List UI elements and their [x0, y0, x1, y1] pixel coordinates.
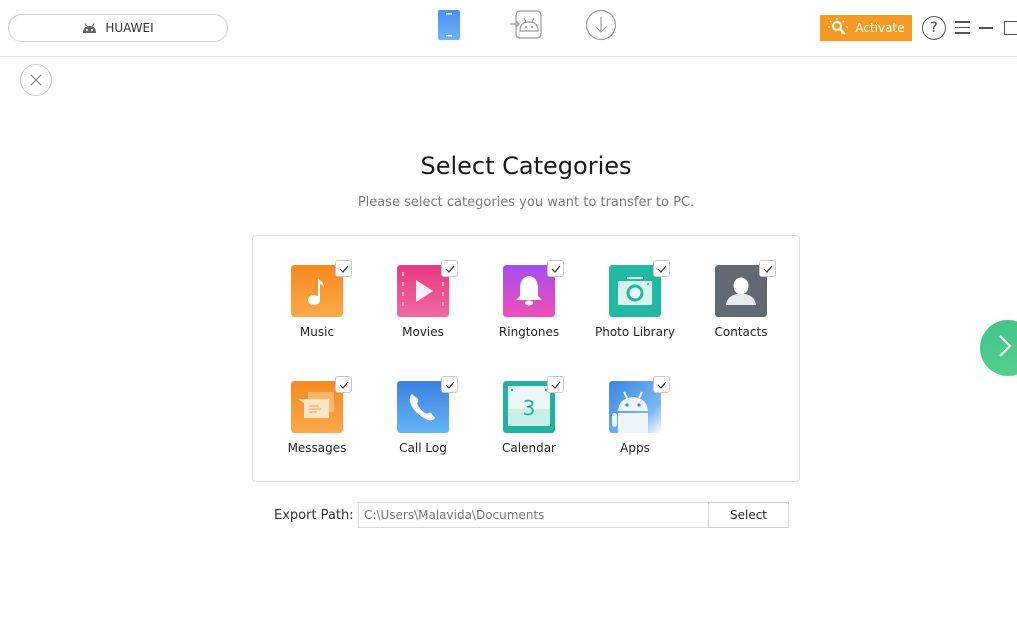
menu-button[interactable]: [955, 21, 970, 35]
select-path-button[interactable]: Select: [708, 502, 789, 528]
category-label: Apps: [620, 441, 650, 455]
category-label: Calendar: [502, 441, 556, 455]
hamburger-icon-line: [955, 26, 970, 28]
device-name: HUAWEI: [105, 21, 154, 35]
category-ringtones[interactable]: Ringtones: [476, 260, 582, 339]
next-button[interactable]: [980, 320, 1017, 376]
check-icon: [339, 381, 348, 389]
category-tile: [715, 260, 776, 317]
category-label: Call Log: [399, 441, 447, 455]
page-title: Select Categories: [420, 152, 632, 180]
phone-manager-icon: [437, 9, 461, 45]
export-path-label: Export Path:: [274, 507, 354, 523]
check-icon: [551, 265, 560, 273]
category-label: Contacts: [714, 325, 768, 339]
category-contacts[interactable]: Contacts: [688, 260, 794, 339]
activate-label: Activate: [855, 21, 905, 35]
category-tile: [397, 260, 458, 317]
check-icon: [657, 265, 666, 273]
export-path-row: Export Path: Select: [274, 502, 789, 528]
help-button[interactable]: ?: [922, 16, 946, 40]
category-tile: [609, 260, 670, 317]
help-icon: ?: [930, 20, 938, 36]
checkbox-movies[interactable]: [441, 260, 458, 277]
check-icon: [339, 265, 348, 273]
checkbox-music[interactable]: [335, 260, 352, 277]
download-icon: [585, 9, 617, 45]
check-icon: [551, 381, 560, 389]
minimize-button[interactable]: [979, 27, 993, 29]
hamburger-icon: [955, 21, 970, 23]
category-call-log[interactable]: Call Log: [370, 376, 476, 455]
checkbox-photo-library[interactable]: [653, 260, 670, 277]
android-transfer-icon: [510, 10, 542, 44]
category-label: Messages: [287, 441, 347, 455]
checkbox-calendar[interactable]: [547, 376, 564, 393]
check-icon: [657, 381, 666, 389]
download-tab[interactable]: [584, 9, 618, 45]
phone-manager-tab[interactable]: [432, 10, 466, 44]
category-music[interactable]: Music: [264, 260, 370, 339]
key-icon: [827, 17, 849, 39]
category-label: Music: [299, 325, 335, 339]
activate-button[interactable]: Activate: [820, 15, 912, 41]
checkbox-ringtones[interactable]: [547, 260, 564, 277]
chevron-right-icon: [998, 334, 1012, 362]
category-apps[interactable]: Apps: [582, 376, 688, 455]
category-tile: [291, 376, 352, 433]
check-icon: [445, 265, 454, 273]
category-messages[interactable]: Messages: [264, 376, 370, 455]
category-label: Movies: [402, 325, 444, 339]
close-icon: [30, 71, 42, 90]
android-transfer-tab[interactable]: [509, 10, 543, 44]
categories-panel: Music Movies Ringtones Photo Library Con…: [252, 235, 800, 482]
calendar-day: 3: [523, 396, 536, 420]
device-selector[interactable]: HUAWEI: [8, 14, 228, 42]
checkbox-apps[interactable]: [653, 376, 670, 393]
export-path-input[interactable]: [358, 502, 708, 528]
checkbox-contacts[interactable]: [759, 260, 776, 277]
category-label: Ringtones: [498, 325, 560, 339]
top-bar: HUAWEI Activate ?: [0, 0, 1017, 57]
category-photo-library[interactable]: Photo Library: [582, 260, 688, 339]
checkbox-call-log[interactable]: [441, 376, 458, 393]
category-movies[interactable]: Movies: [370, 260, 476, 339]
maximize-button[interactable]: [1004, 21, 1017, 35]
hamburger-icon-line: [955, 32, 970, 34]
category-label: Photo Library: [594, 325, 675, 339]
category-tile: [397, 376, 458, 433]
page-subtitle: Please select categories you want to tra…: [357, 195, 695, 210]
category-tile: [291, 260, 352, 317]
check-icon: [445, 381, 454, 389]
check-icon: [763, 265, 772, 273]
checkbox-messages[interactable]: [335, 376, 352, 393]
category-tile: 3: [503, 376, 564, 433]
android-icon: [82, 22, 97, 34]
category-tile: [503, 260, 564, 317]
category-calendar[interactable]: 3 Calendar: [476, 376, 582, 455]
category-tile: [609, 376, 670, 433]
close-button[interactable]: [20, 64, 52, 96]
